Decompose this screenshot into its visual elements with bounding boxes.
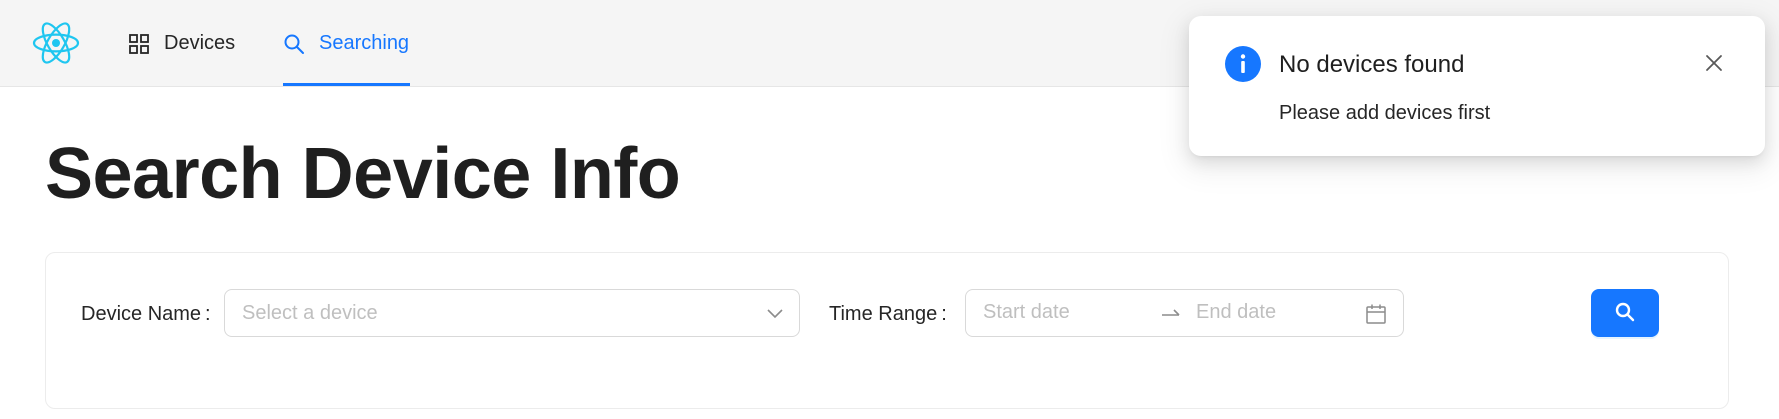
- appstore-grid-icon: [128, 33, 150, 55]
- nav-tab-label: Searching: [319, 32, 410, 54]
- device-select-placeholder: Select a device: [242, 301, 378, 324]
- search-submit-button[interactable]: [1591, 289, 1659, 337]
- chevron-down-icon: [765, 303, 785, 323]
- search-icon: [283, 33, 305, 55]
- notification-description: Please add devices first: [1279, 102, 1491, 124]
- info-circle-icon: [1225, 46, 1261, 82]
- notification-title: No devices found: [1279, 51, 1465, 78]
- arrow-right-icon: [1160, 304, 1182, 324]
- nav-tab-devices[interactable]: Devices: [128, 0, 235, 87]
- active-tab-indicator: [283, 83, 410, 86]
- notification-toast: No devices found Please add devices firs…: [1189, 16, 1765, 156]
- nav-tab-searching[interactable]: Searching: [283, 0, 409, 87]
- calendar-icon[interactable]: [1365, 303, 1387, 325]
- close-icon[interactable]: [1703, 52, 1725, 74]
- start-date-input[interactable]: Start date: [983, 301, 1070, 324]
- nav-tab-label: Devices: [164, 32, 236, 54]
- react-logo-icon[interactable]: [31, 20, 81, 66]
- device-select[interactable]: Select a device: [224, 289, 800, 337]
- end-date-input[interactable]: End date: [1196, 301, 1276, 324]
- date-range-picker[interactable]: Start date End date: [965, 289, 1404, 337]
- time-range-label: Time Range:: [829, 303, 947, 325]
- device-name-label: Device Name:: [81, 303, 211, 325]
- search-icon: [1614, 301, 1636, 326]
- page-title: Search Device Info: [45, 134, 681, 214]
